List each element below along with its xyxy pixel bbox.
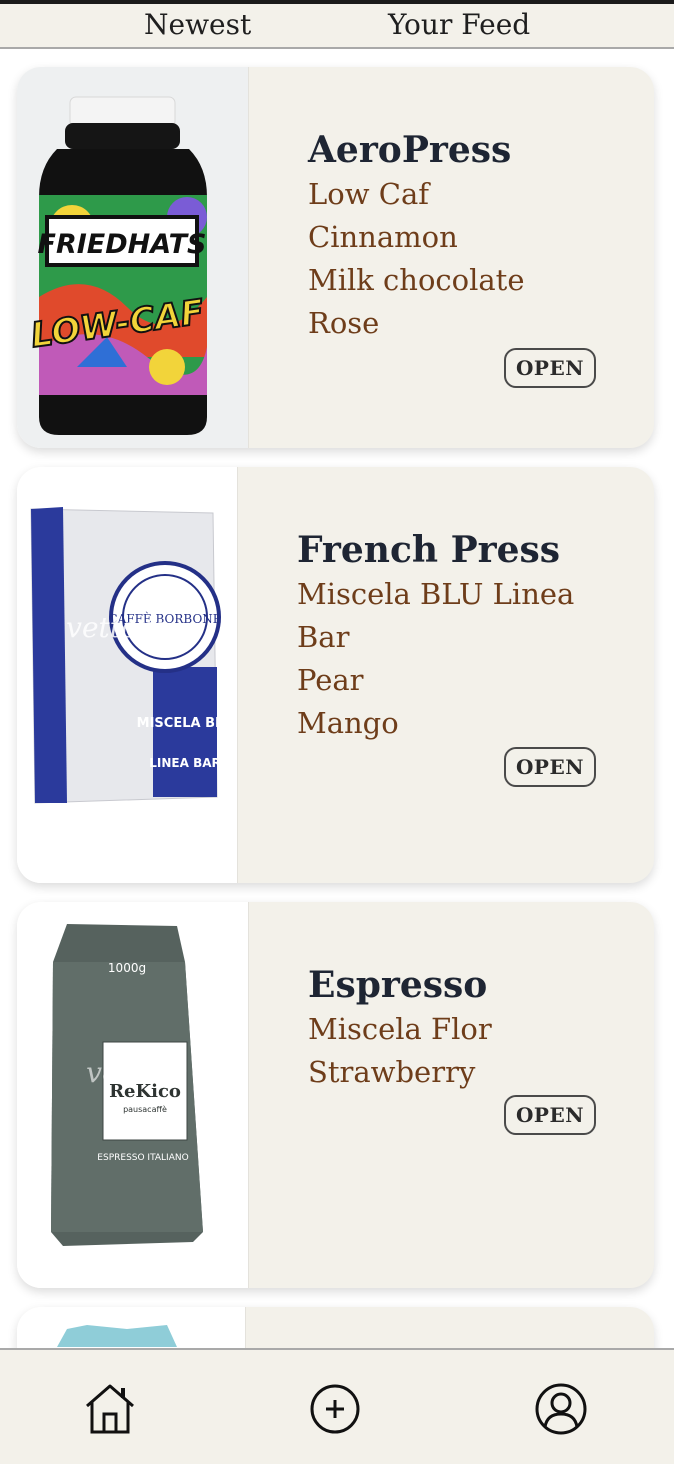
recipe-info: AeroPress Low Caf Cinnamon Milk chocolat… <box>308 129 525 345</box>
coffee-bag-image <box>17 1307 246 1348</box>
bag-label-text: ESPRESSO ITALIANO <box>97 1153 188 1163</box>
tasting-note: Rose <box>308 306 380 340</box>
recipe-card[interactable]: CAFFÈ BORBONE MISCELA BLU LINEA BAR vett… <box>17 467 654 883</box>
rekico-bag-illustration: 1000g ReKico pausacaffè ESPRESSO ITALIAN… <box>17 902 248 1288</box>
bag-illustration-partial <box>17 1307 245 1348</box>
tasting-note: Mango <box>297 706 399 740</box>
coffee-name: Miscela BLU Linea <box>297 577 575 611</box>
recipe-card[interactable]: FRIEDHATS LOW-CAF AeroPress Low Caf Cinn… <box>17 67 654 448</box>
recipe-feed[interactable]: FRIEDHATS LOW-CAF AeroPress Low Caf Cinn… <box>0 49 674 1348</box>
tasting-note: Pear <box>297 663 364 697</box>
tab-your-feed[interactable]: Your Feed <box>388 8 530 41</box>
recipe-card[interactable] <box>17 1307 654 1348</box>
brew-method-title: AeroPress <box>308 129 512 171</box>
borbone-bag-illustration: CAFFÈ BORBONE MISCELA BLU LINEA BAR vett… <box>17 467 237 883</box>
coffee-bag-image: CAFFÈ BORBONE MISCELA BLU LINEA BAR vett… <box>17 467 238 883</box>
open-button[interactable]: OPEN <box>504 747 596 787</box>
coffee-bag-image: 1000g ReKico pausacaffè ESPRESSO ITALIAN… <box>17 902 249 1288</box>
recipe-info: French Press Miscela BLU Linea Bar Pear … <box>297 529 574 745</box>
coffee-name: Miscela Flor <box>308 1012 492 1046</box>
tasting-note: Milk chocolate <box>308 263 525 297</box>
friedhats-jar-illustration: FRIEDHATS LOW-CAF <box>17 67 248 448</box>
recipe-info: Espresso Miscela Flor Strawberry <box>308 964 492 1094</box>
jar-brand-text: FRIEDHATS <box>38 229 207 260</box>
bag-weight-text: 1000g <box>108 961 146 975</box>
bag-sub-text: pausacaffè <box>123 1104 167 1114</box>
bag-watermark-text: vettore <box>86 1056 188 1089</box>
open-button[interactable]: OPEN <box>504 1095 596 1135</box>
open-button[interactable]: OPEN <box>504 348 596 388</box>
tab-newest[interactable]: Newest <box>144 8 251 41</box>
bag-watermark-text: vettore <box>66 611 168 644</box>
coffee-name: Low Caf <box>308 177 429 211</box>
plus-circle-icon[interactable] <box>306 1380 364 1438</box>
brew-method-title: Espresso <box>308 964 488 1006</box>
feed-tabs: Newest Your Feed <box>0 4 674 49</box>
bag-label-text: MISCELA BLU <box>137 716 234 731</box>
home-icon[interactable] <box>81 1380 139 1438</box>
tasting-note: Cinnamon <box>308 220 458 254</box>
user-icon[interactable] <box>532 1380 590 1438</box>
bag-sub-text: LINEA BAR <box>149 756 221 770</box>
coffee-name-continued: Bar <box>297 620 350 654</box>
coffee-bag-image: FRIEDHATS LOW-CAF <box>17 67 249 448</box>
tasting-note: Strawberry <box>308 1055 476 1089</box>
brew-method-title: French Press <box>297 529 561 571</box>
recipe-card[interactable]: 1000g ReKico pausacaffè ESPRESSO ITALIAN… <box>17 902 654 1288</box>
bottom-navigation <box>0 1348 674 1464</box>
